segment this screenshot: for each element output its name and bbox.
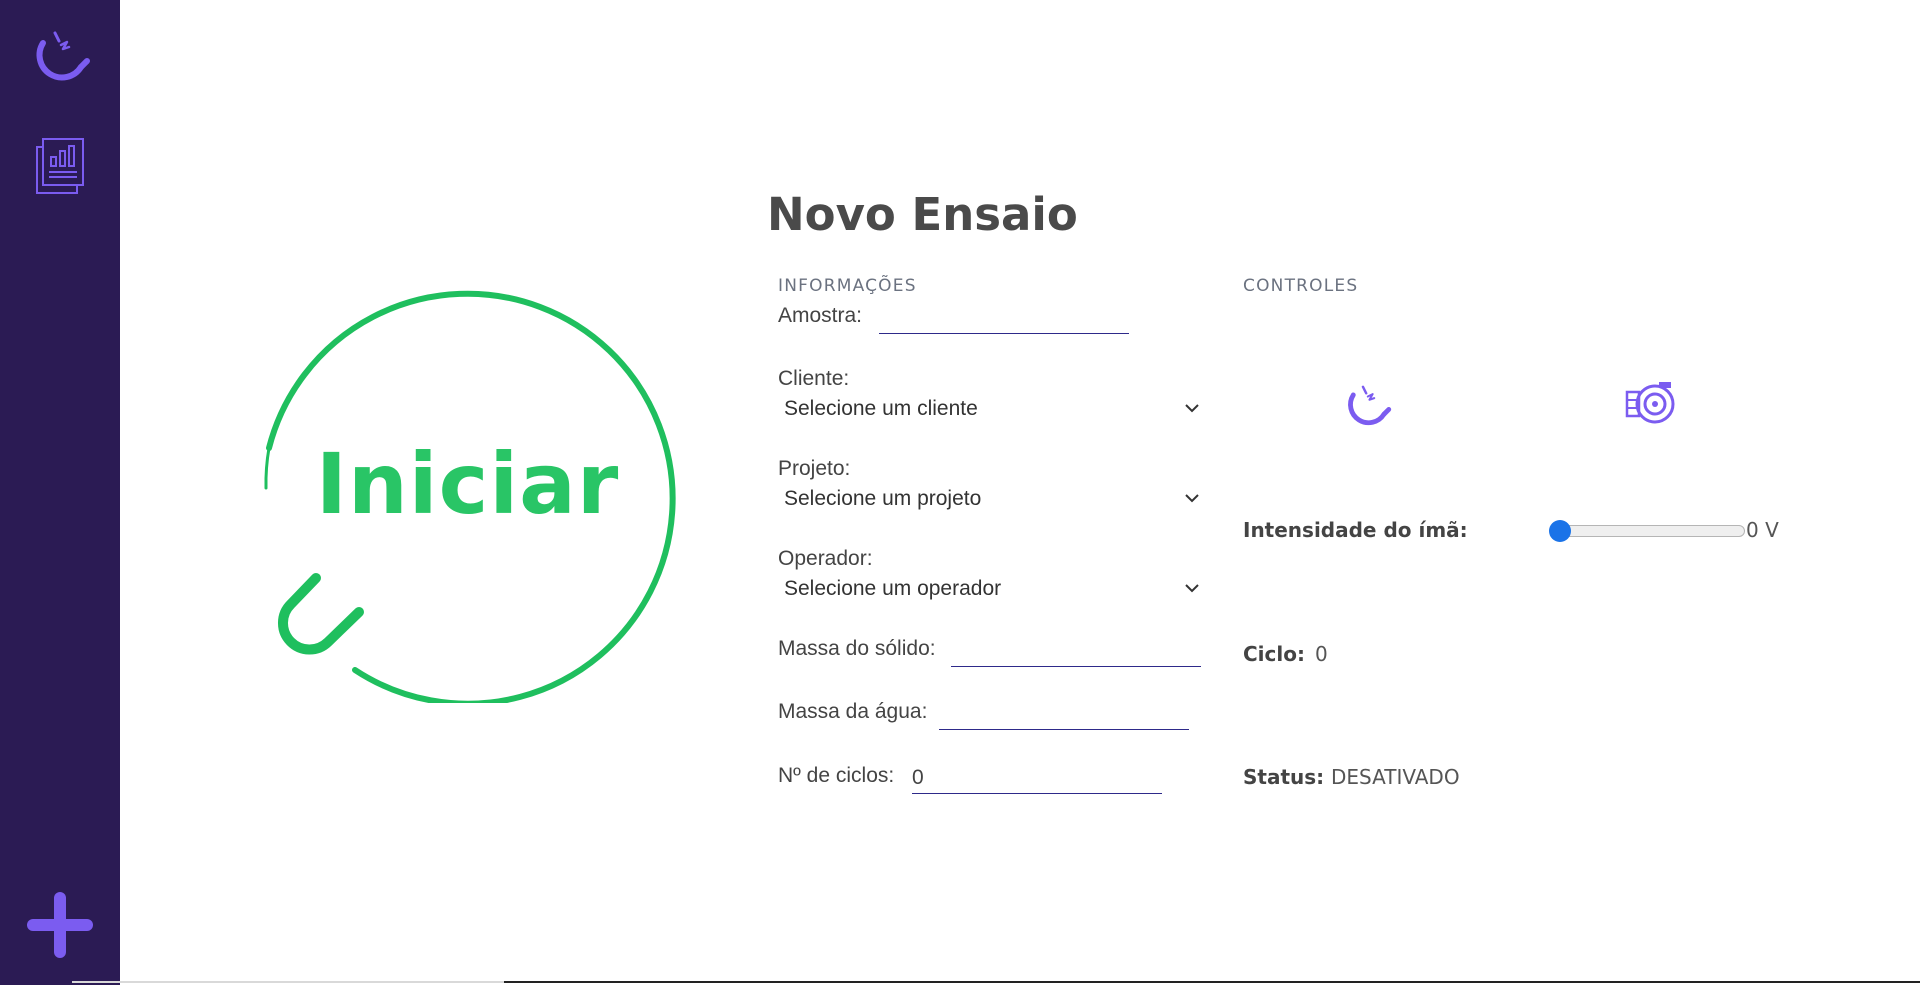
magnet-toggle-button[interactable] [1342,382,1392,437]
page-title: Novo Ensaio [767,188,1078,241]
massa-solido-label: Massa do sólido: [778,637,936,660]
operador-select[interactable]: Selecione um operador [778,574,1200,604]
status-label: Status: [1243,765,1325,789]
report-icon [33,135,87,197]
projeto-select-value: Selecione um projeto [784,487,982,510]
intensity-slider-thumb[interactable] [1549,520,1571,542]
intensity-slider-track[interactable] [1553,525,1745,537]
projeto-select[interactable]: Selecione um projeto [778,484,1200,514]
pump-toggle-button[interactable] [1625,382,1677,433]
sidebar-item-reports[interactable] [0,130,120,202]
controls-section-heading: CONTROLES [1243,276,1359,296]
intensity-label: Intensidade do ímã: [1243,518,1468,542]
sidebar [0,0,120,985]
pump-icon [1625,382,1677,432]
operador-label: Operador: [778,547,873,570]
massa-solido-input[interactable] [951,638,1201,667]
start-button[interactable]: Iniciar [255,278,680,703]
massa-agua-input[interactable] [939,701,1189,730]
magnet-icon [1342,385,1392,436]
info-section-heading: INFORMAÇÕES [778,276,917,296]
chevron-down-icon [1184,490,1200,508]
projeto-label: Projeto: [778,457,851,480]
operador-select-value: Selecione um operador [784,577,1002,600]
plus-icon [23,888,97,962]
num-ciclos-input[interactable] [912,765,1162,794]
magnet-icon [29,27,91,89]
start-label: Iniciar [315,435,620,533]
status-value: DESATIVADO [1331,765,1460,789]
add-button[interactable] [0,885,120,965]
chevron-down-icon [1184,400,1200,418]
intensity-value: 0 V [1746,518,1779,542]
num-ciclos-label: Nº de ciclos: [778,764,895,787]
cycle-label: Ciclo: [1243,642,1305,666]
cliente-select-value: Selecione um cliente [784,397,978,420]
amostra-input[interactable] [879,305,1129,334]
cycle-value: 0 [1315,642,1328,666]
chevron-down-icon [1184,580,1200,598]
cliente-label: Cliente: [778,367,850,390]
massa-agua-label: Massa da água: [778,700,928,723]
cliente-select[interactable]: Selecione um cliente [778,394,1200,424]
bottom-divider-dark [504,981,1920,983]
sidebar-item-magnet[interactable] [0,22,120,94]
amostra-label: Amostra: [778,304,863,327]
